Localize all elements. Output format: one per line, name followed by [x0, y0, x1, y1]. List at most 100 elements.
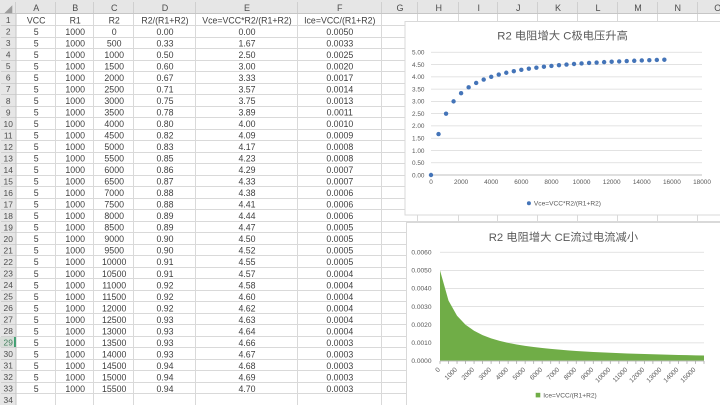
svg-text:0.90: 0.90: [156, 234, 173, 244]
svg-text:1000: 1000: [65, 372, 85, 382]
svg-text:2.00: 2.00: [412, 123, 425, 130]
svg-text:4.41: 4.41: [238, 200, 255, 210]
svg-text:C: C: [111, 3, 118, 13]
svg-text:1000: 1000: [65, 27, 85, 37]
svg-text:0.0006: 0.0006: [326, 211, 353, 221]
svg-text:0.0033: 0.0033: [326, 38, 353, 48]
svg-text:1000: 1000: [65, 292, 85, 302]
svg-text:0.0003: 0.0003: [326, 384, 353, 394]
svg-text:1000: 1000: [65, 73, 85, 83]
svg-text:5: 5: [34, 177, 39, 187]
svg-text:4.23: 4.23: [238, 154, 255, 164]
svg-text:3.33: 3.33: [238, 73, 255, 83]
svg-text:0.91: 0.91: [156, 269, 173, 279]
svg-text:5: 5: [34, 38, 39, 48]
svg-text:15000: 15000: [102, 372, 127, 382]
svg-text:0.0011: 0.0011: [327, 108, 353, 118]
svg-text:0.00: 0.00: [156, 27, 173, 37]
svg-text:0.0010: 0.0010: [326, 119, 353, 129]
svg-text:1.50: 1.50: [412, 135, 425, 142]
svg-text:0.0006: 0.0006: [326, 188, 353, 198]
svg-text:R1: R1: [70, 15, 81, 25]
svg-text:0.50: 0.50: [412, 160, 425, 167]
svg-text:1000: 1000: [65, 361, 85, 371]
svg-text:22: 22: [4, 257, 14, 267]
svg-text:13000: 13000: [102, 326, 127, 336]
svg-text:1500: 1500: [104, 62, 124, 72]
svg-text:4.50: 4.50: [412, 62, 425, 69]
svg-text:5: 5: [34, 338, 39, 348]
svg-text:4: 4: [6, 50, 11, 60]
svg-text:6000: 6000: [104, 165, 124, 175]
svg-text:0.75: 0.75: [156, 96, 173, 106]
svg-text:14000: 14000: [633, 179, 651, 186]
svg-text:1000: 1000: [65, 269, 85, 279]
svg-text:0.0060: 0.0060: [411, 250, 432, 257]
svg-text:0.0020: 0.0020: [411, 322, 432, 329]
svg-text:1000: 1000: [65, 280, 85, 290]
svg-text:0.0010: 0.0010: [411, 340, 432, 347]
svg-text:5: 5: [34, 223, 39, 233]
svg-text:4000: 4000: [484, 179, 499, 186]
svg-text:13: 13: [4, 153, 14, 163]
svg-text:3.57: 3.57: [238, 85, 255, 95]
svg-text:O: O: [714, 3, 720, 13]
svg-text:0.85: 0.85: [156, 154, 173, 164]
svg-text:23: 23: [4, 268, 14, 278]
svg-text:5: 5: [34, 131, 39, 141]
svg-text:5: 5: [34, 315, 39, 325]
svg-text:J: J: [516, 3, 521, 13]
svg-text:3.89: 3.89: [238, 108, 255, 118]
svg-text:5: 5: [34, 349, 39, 359]
svg-text:0.0005: 0.0005: [326, 223, 353, 233]
svg-text:1000: 1000: [65, 154, 85, 164]
svg-text:1000: 1000: [65, 62, 85, 72]
svg-text:0.0020: 0.0020: [326, 62, 353, 72]
svg-text:4.50: 4.50: [238, 234, 255, 244]
svg-text:8: 8: [6, 96, 11, 106]
svg-text:0.90: 0.90: [156, 246, 173, 256]
svg-text:4.29: 4.29: [238, 165, 255, 175]
svg-text:13500: 13500: [102, 338, 127, 348]
svg-text:5: 5: [34, 246, 39, 256]
svg-text:0.88: 0.88: [156, 200, 173, 210]
svg-text:D: D: [162, 3, 169, 13]
svg-text:0.0004: 0.0004: [326, 303, 353, 313]
svg-text:24: 24: [4, 280, 14, 290]
svg-text:1000: 1000: [65, 234, 85, 244]
svg-text:0.83: 0.83: [156, 142, 173, 152]
svg-text:0.0000: 0.0000: [411, 358, 432, 365]
svg-text:1000: 1000: [65, 50, 85, 60]
svg-text:15500: 15500: [102, 384, 127, 394]
svg-text:34: 34: [4, 395, 14, 405]
svg-text:10000: 10000: [102, 257, 127, 267]
svg-text:3: 3: [6, 38, 11, 48]
svg-text:11000: 11000: [102, 280, 126, 290]
svg-text:0.71: 0.71: [156, 85, 173, 95]
svg-text:1000: 1000: [65, 85, 85, 95]
svg-text:7000: 7000: [104, 188, 124, 198]
svg-text:2.50: 2.50: [412, 111, 425, 118]
svg-text:5: 5: [34, 257, 39, 267]
svg-text:5: 5: [34, 384, 39, 394]
svg-text:16: 16: [4, 188, 14, 198]
svg-text:4.69: 4.69: [238, 372, 255, 382]
svg-text:9000: 9000: [104, 234, 124, 244]
svg-text:0.0004: 0.0004: [326, 280, 353, 290]
svg-text:3.00: 3.00: [238, 62, 255, 72]
svg-text:0.82: 0.82: [156, 131, 173, 141]
svg-text:0.78: 0.78: [156, 108, 173, 118]
svg-text:4000: 4000: [104, 119, 124, 129]
svg-text:0.0003: 0.0003: [326, 361, 353, 371]
svg-text:5: 5: [34, 62, 39, 72]
svg-text:L: L: [595, 3, 600, 13]
svg-text:18: 18: [4, 211, 14, 221]
svg-text:0.89: 0.89: [156, 223, 173, 233]
svg-text:17: 17: [4, 199, 14, 209]
svg-text:Vce=VCC*R2/(R1+R2): Vce=VCC*R2/(R1+R2): [534, 201, 601, 208]
svg-text:1000: 1000: [65, 349, 85, 359]
svg-text:0.33: 0.33: [156, 38, 173, 48]
svg-text:3.50: 3.50: [412, 86, 425, 93]
svg-text:19: 19: [4, 222, 14, 232]
svg-text:E: E: [244, 3, 250, 13]
